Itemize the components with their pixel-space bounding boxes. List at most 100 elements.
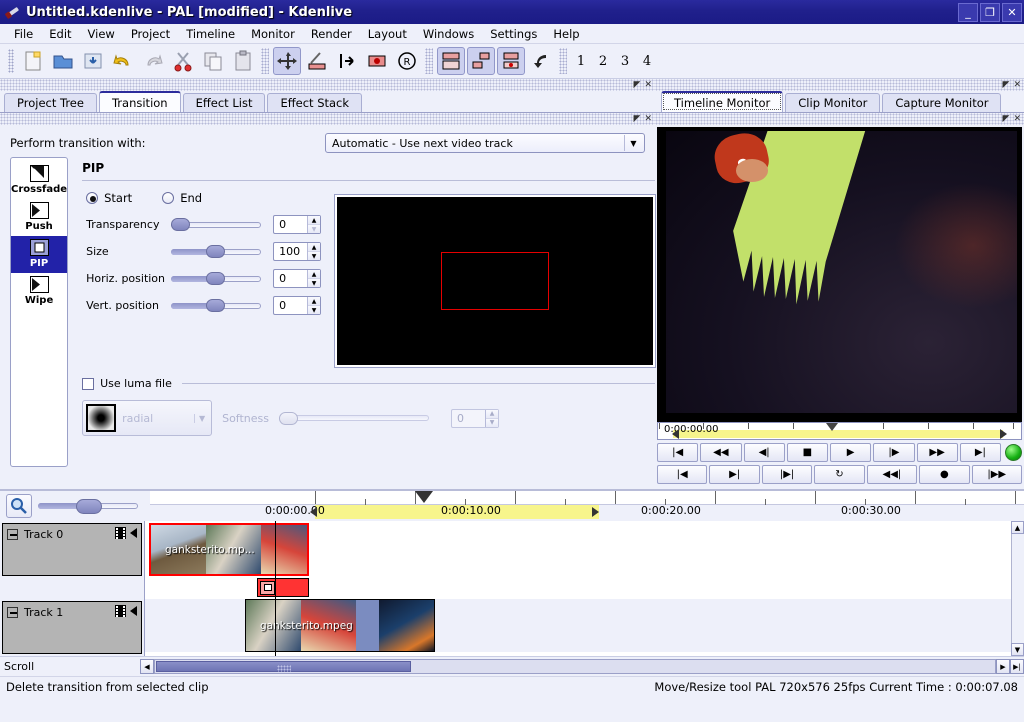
slider-handle[interactable] <box>279 412 298 425</box>
timeline-tracks[interactable]: ganksterito.mp... ganksterito.mpeg <box>145 521 1024 656</box>
track-lane-1[interactable]: ganksterito.mpeg <box>145 599 1024 652</box>
menu-edit[interactable]: Edit <box>41 25 79 43</box>
undo-icon[interactable] <box>109 47 137 75</box>
transition-item-crossfade[interactable]: Crossfade <box>11 162 67 199</box>
toolbar-grip[interactable] <box>8 49 14 73</box>
slider-handle[interactable] <box>206 272 225 285</box>
timeline-playhead-marker[interactable] <box>415 491 433 503</box>
tab-clip-monitor[interactable]: Clip Monitor <box>785 93 880 112</box>
timeline-ruler[interactable]: 0:00:00.00 0:00:10.00 0:00:20.00 0:00:30… <box>150 491 1024 521</box>
tab-capture-monitor[interactable]: Capture Monitor <box>882 93 1001 112</box>
stop-button[interactable]: ■ <box>787 443 828 462</box>
close-icon-inner[interactable]: ✕ <box>644 115 652 124</box>
use-luma-checkbox[interactable] <box>82 378 94 390</box>
tab-transition[interactable]: Transition <box>99 91 181 112</box>
spin-down-icon[interactable]: ▼ <box>308 252 320 260</box>
slider-handle[interactable] <box>206 299 225 312</box>
timeline-clip-1[interactable]: ganksterito.mpeg <box>245 599 435 652</box>
zoom-level-1-button[interactable]: 1 <box>570 48 592 74</box>
zone-in-marker[interactable] <box>672 429 679 439</box>
loop-zone-button[interactable]: ↻ <box>814 465 864 484</box>
fit-zoom-icon[interactable] <box>527 47 555 75</box>
move-tool-icon[interactable] <box>273 47 301 75</box>
scrollbar-thumb[interactable] <box>156 661 411 672</box>
razor-tool-icon[interactable] <box>303 47 331 75</box>
undock-icon-inner[interactable]: ◤ <box>1003 115 1010 124</box>
slider-size[interactable] <box>171 245 261 259</box>
radio-end[interactable]: End <box>162 191 202 205</box>
slider-handle[interactable] <box>171 218 190 231</box>
spin-up-icon[interactable]: ▲ <box>308 216 320 225</box>
film-icon[interactable] <box>115 527 126 539</box>
zoom-level-3-button[interactable]: 3 <box>614 48 636 74</box>
snap-clip-icon[interactable] <box>467 47 495 75</box>
menu-help[interactable]: Help <box>545 25 587 43</box>
horizontal-scrollbar[interactable] <box>154 659 996 674</box>
monitor-zone[interactable] <box>673 430 1003 438</box>
spinbox-arrows[interactable]: ▲▼ <box>307 243 320 260</box>
menu-layout[interactable]: Layout <box>360 25 415 43</box>
spinbox-size[interactable]: 100 ▲▼ <box>273 242 321 261</box>
radio-start[interactable]: Start <box>86 191 132 205</box>
transition-type-list[interactable]: Crossfade Push PIP <box>10 157 68 467</box>
spin-up-icon[interactable]: ▲ <box>486 410 498 419</box>
timeline-clip-0[interactable]: ganksterito.mp... <box>149 523 309 576</box>
rewind-button[interactable]: ◀◀ <box>700 443 741 462</box>
spinbox-arrows[interactable]: ▲▼ <box>307 270 320 287</box>
minimize-button[interactable]: _ <box>958 3 978 22</box>
menu-view[interactable]: View <box>80 25 123 43</box>
chevron-down-icon[interactable]: ▼ <box>194 414 209 423</box>
frame-forward-button[interactable]: |▶ <box>873 443 914 462</box>
undock-icon[interactable]: ◤ <box>634 81 641 90</box>
speaker-icon[interactable] <box>130 528 137 538</box>
menu-timeline[interactable]: Timeline <box>178 25 243 43</box>
timeline-zoom-slider[interactable] <box>38 498 138 514</box>
close-icon-inner[interactable]: ✕ <box>1013 115 1021 124</box>
timeline-zone-out[interactable] <box>592 507 599 517</box>
new-file-icon[interactable] <box>19 47 47 75</box>
scroll-up-button[interactable]: ▲ <box>1011 521 1024 534</box>
zoom-level-2-button[interactable]: 2 <box>592 48 614 74</box>
paste-icon[interactable] <box>229 47 257 75</box>
menu-settings[interactable]: Settings <box>482 25 545 43</box>
collapse-track-button[interactable] <box>7 607 18 618</box>
transition-item-wipe[interactable]: Wipe <box>11 273 67 310</box>
monitor-playhead[interactable] <box>826 423 838 431</box>
redo-icon[interactable] <box>139 47 167 75</box>
next-marker-button[interactable]: |▶▶ <box>972 465 1022 484</box>
undock-icon-inner[interactable]: ◤ <box>634 115 641 124</box>
slider-vert[interactable] <box>171 299 261 313</box>
frame-back-button[interactable]: ◀| <box>744 443 785 462</box>
scroll-right-button[interactable]: ▶ <box>996 659 1010 674</box>
transition-track-combo[interactable]: Automatic - Use next video track ▼ <box>325 133 645 153</box>
track-lane-0[interactable]: ganksterito.mp... <box>145 523 1024 576</box>
fast-forward-button[interactable]: ▶▶ <box>917 443 958 462</box>
copy-icon[interactable] <box>199 47 227 75</box>
pip-preview[interactable] <box>335 195 655 367</box>
record-icon[interactable]: R <box>393 47 421 75</box>
spacer-tool-icon[interactable] <box>333 47 361 75</box>
slider-softness[interactable] <box>279 411 429 425</box>
close-button[interactable]: ✕ <box>1002 3 1022 22</box>
add-marker-button[interactable]: ● <box>919 465 969 484</box>
close-icon[interactable]: ✕ <box>1013 81 1021 90</box>
set-zone-end-button[interactable]: ▶| <box>709 465 759 484</box>
slider-handle[interactable] <box>206 245 225 258</box>
scroll-down-button[interactable]: ▼ <box>1011 643 1024 656</box>
skip-start-button[interactable]: |◀ <box>657 443 698 462</box>
timeline-playhead[interactable] <box>275 521 276 656</box>
monitor-ruler[interactable]: 0:00:00.00 <box>657 422 1022 440</box>
scroll-end-button[interactable]: ▶| <box>1010 659 1024 674</box>
skip-end-button[interactable]: ▶| <box>960 443 1001 462</box>
spin-down-icon[interactable]: ▼ <box>308 225 320 233</box>
previous-marker-button[interactable]: ◀◀| <box>867 465 917 484</box>
menu-windows[interactable]: Windows <box>415 25 482 43</box>
spinbox-arrows[interactable]: ▲▼ <box>307 216 320 233</box>
maximize-button[interactable]: ❐ <box>980 3 1000 22</box>
spinbox-arrows[interactable]: ▲▼ <box>485 410 498 427</box>
pip-rectangle[interactable] <box>441 252 548 309</box>
spinbox-horiz[interactable]: 0 ▲▼ <box>273 269 321 288</box>
zoom-magnifier-icon[interactable] <box>6 494 32 518</box>
film-icon[interactable] <box>115 605 126 617</box>
scroll-left-button[interactable]: ◀ <box>140 659 154 674</box>
